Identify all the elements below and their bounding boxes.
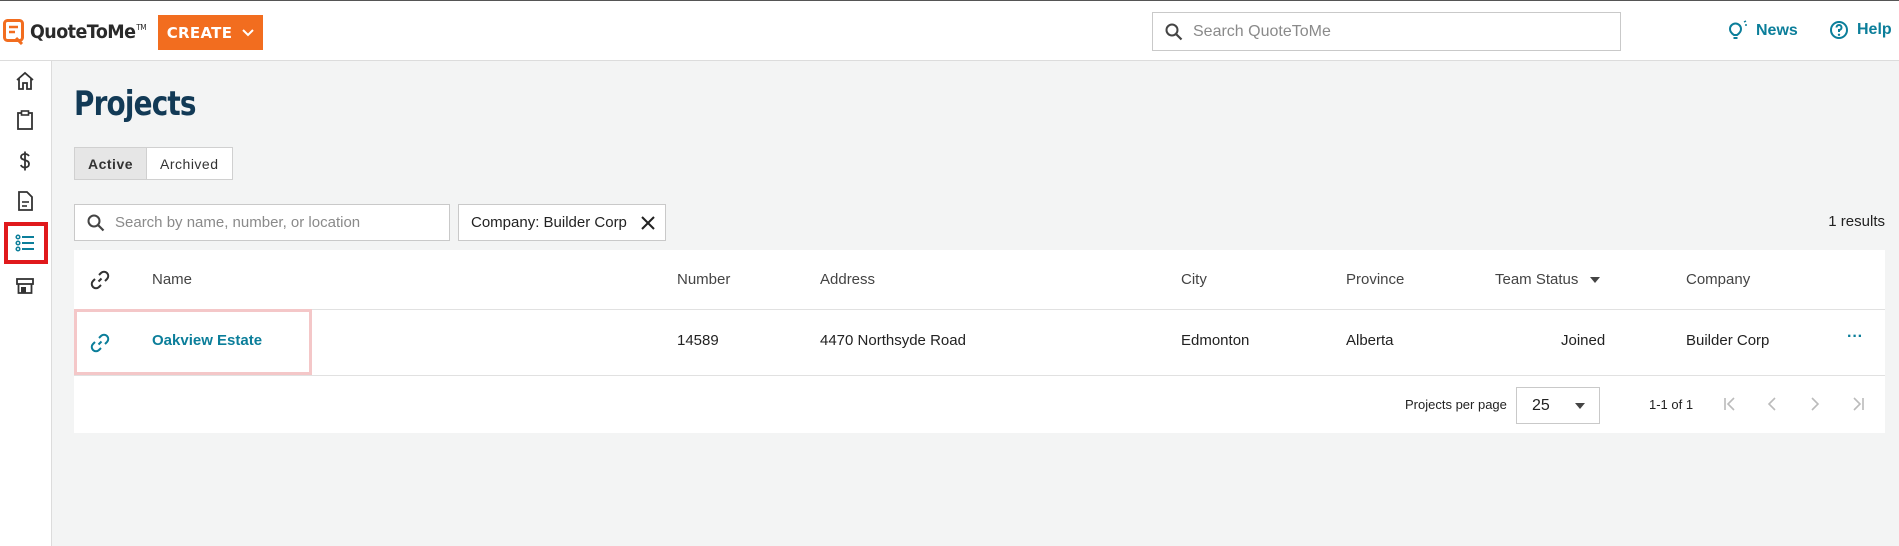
close-icon[interactable]	[641, 215, 655, 230]
dollar-icon[interactable]	[14, 150, 36, 172]
company-filter-chip[interactable]: Company: Builder Corp	[458, 204, 666, 241]
filter-chip-label: Company: Builder Corp	[471, 214, 627, 231]
help-circle-icon	[1830, 21, 1848, 39]
list-icon[interactable]	[14, 232, 36, 254]
column-header-address[interactable]: Address	[820, 271, 875, 288]
status-tabs: Active Archived	[74, 147, 233, 180]
table-header: Name Number Address City Province Team S…	[74, 250, 1885, 310]
column-header-team-status[interactable]: Team Status	[1495, 271, 1578, 288]
first-page-icon[interactable]	[1722, 396, 1738, 412]
project-address: 4470 Northsyde Road	[820, 332, 966, 349]
logo[interactable]: QuoteToMe TM	[3, 19, 156, 45]
help-link[interactable]: Help	[1829, 20, 1892, 40]
page-range: 1-1 of 1	[1649, 397, 1694, 412]
sort-desc-icon[interactable]	[1590, 277, 1600, 283]
logo-text: QuoteToMe TM	[30, 21, 147, 43]
global-search-placeholder: Search QuoteToMe	[1193, 22, 1331, 40]
previous-page-icon[interactable]	[1764, 396, 1780, 412]
global-search-input[interactable]: Search QuoteToMe	[1152, 12, 1621, 51]
project-company: Builder Corp	[1686, 332, 1770, 349]
project-search-input[interactable]: Search by name, number, or location	[74, 204, 450, 241]
home-icon[interactable]	[14, 70, 36, 92]
pagination: Projects per page 25 1-1 of 1	[74, 376, 1885, 433]
results-count: 1 results	[1828, 213, 1885, 230]
column-header-city[interactable]: City	[1181, 271, 1207, 288]
column-header-province[interactable]: Province	[1346, 271, 1404, 288]
column-header-number[interactable]: Number	[677, 271, 730, 288]
per-page-value: 25	[1532, 396, 1550, 414]
logo-mark-icon	[3, 19, 24, 45]
sidebar-nav	[0, 61, 52, 546]
project-team-status: Joined	[1561, 332, 1606, 349]
next-page-icon[interactable]	[1807, 396, 1823, 412]
create-button-label: CREATE	[166, 23, 233, 42]
help-label: Help	[1857, 21, 1892, 38]
caret-down-icon	[1575, 403, 1585, 409]
project-name-link[interactable]: Oakview Estate	[152, 332, 262, 349]
link-icon	[90, 270, 110, 290]
per-page-label: Projects per page	[1405, 397, 1507, 412]
page-title: Projects	[74, 84, 197, 124]
project-search-placeholder: Search by name, number, or location	[115, 214, 361, 231]
table-row[interactable]: Oakview Estate 14589 4470 Northsyde Road…	[74, 309, 1885, 376]
news-label: News	[1756, 22, 1798, 39]
storefront-icon[interactable]	[14, 275, 36, 297]
project-number: 14589	[677, 332, 719, 349]
clipboard-icon[interactable]	[14, 109, 36, 131]
tab-archived[interactable]: Archived	[146, 148, 231, 179]
projects-table: Name Number Address City Province Team S…	[74, 250, 1885, 433]
create-button[interactable]: CREATE	[158, 15, 263, 50]
project-province: Alberta	[1346, 332, 1394, 349]
row-more-menu[interactable]: ···	[1847, 328, 1863, 346]
tab-active[interactable]: Active	[75, 148, 147, 179]
document-icon[interactable]	[14, 190, 36, 212]
last-page-icon[interactable]	[1850, 396, 1866, 412]
news-link[interactable]: News	[1726, 20, 1798, 42]
column-header-name[interactable]: Name	[152, 271, 192, 288]
column-header-company[interactable]: Company	[1686, 271, 1750, 288]
link-icon[interactable]	[90, 333, 110, 353]
top-bar: QuoteToMe TM CREATE Search QuoteToMe News…	[0, 0, 1899, 61]
lightbulb-icon	[1728, 20, 1747, 39]
search-icon	[87, 214, 105, 231]
project-city: Edmonton	[1181, 332, 1250, 349]
per-page-select[interactable]: 25	[1516, 387, 1600, 424]
search-icon	[1165, 23, 1183, 40]
chevron-down-icon	[242, 28, 254, 36]
